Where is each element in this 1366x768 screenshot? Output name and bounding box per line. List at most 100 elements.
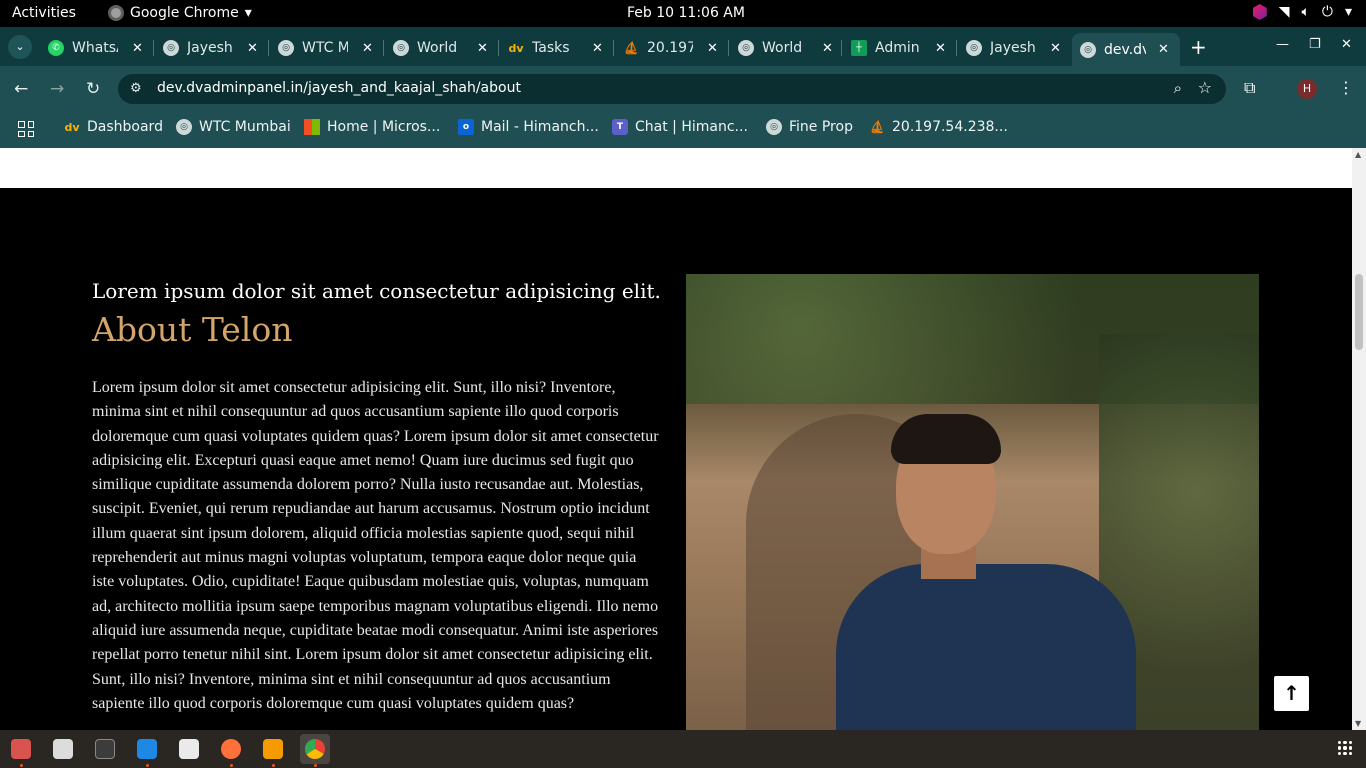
- globe-icon: ◎: [278, 40, 294, 56]
- whatsapp-icon: ✆: [48, 40, 64, 56]
- sheets-icon: ┼: [851, 40, 867, 56]
- globe-icon: ◎: [738, 40, 754, 56]
- close-icon[interactable]: ✕: [362, 41, 373, 56]
- activities-button[interactable]: Activities: [12, 5, 76, 21]
- terminal-icon[interactable]: [95, 739, 115, 759]
- bookmark-label: Chat | Himanc...: [635, 119, 748, 135]
- tab-label: Jayesh: [990, 40, 1036, 56]
- power-icon[interactable]: ⏻: [1322, 4, 1333, 20]
- tab-ip[interactable]: ⛵︎ 20.197 ✕: [613, 33, 718, 63]
- reload-button[interactable]: ↻: [86, 79, 100, 99]
- header-band: [0, 148, 1352, 188]
- bookmark-microsoft-home[interactable]: Home | Micros...: [304, 119, 440, 135]
- sublime-icon[interactable]: [263, 739, 283, 759]
- forward-button[interactable]: →: [50, 79, 64, 99]
- running-indicator: [272, 764, 275, 767]
- bookmark-label: WTC Mumbai: [199, 119, 291, 135]
- window-close-icon[interactable]: ✕: [1341, 37, 1352, 52]
- wifi-icon[interactable]: ◥: [1279, 4, 1290, 20]
- address-bar[interactable]: ⚙︎ dev.dvadminpanel.in/jayesh_and_kaajal…: [118, 74, 1226, 104]
- tab-label: Admin: [875, 40, 920, 56]
- close-icon[interactable]: ✕: [935, 41, 946, 56]
- tab-label: dev.dvadminpanel: [1104, 41, 1146, 58]
- chrome-icon: [108, 5, 124, 21]
- app-menu[interactable]: Google Chrome ▾: [108, 5, 252, 21]
- volume-icon[interactable]: 🔈︎: [1301, 4, 1309, 20]
- close-icon[interactable]: ✕: [477, 41, 488, 56]
- bookmark-chat[interactable]: T Chat | Himanc...: [612, 119, 748, 135]
- show-applications-icon[interactable]: [1338, 741, 1352, 755]
- tab-tasks[interactable]: dv Tasks ✕: [498, 33, 603, 63]
- globe-icon: ◎: [163, 40, 179, 56]
- bookmark-mail[interactable]: o Mail - Himanch...: [458, 119, 599, 135]
- about-photo: [686, 274, 1259, 730]
- tab-jayesh[interactable]: ◎ Jayesh ✕: [153, 33, 258, 63]
- bookmark-star-icon[interactable]: ☆: [1198, 78, 1212, 97]
- clock[interactable]: Feb 10 11:06 AM: [627, 5, 745, 21]
- tab-world-2[interactable]: ◎ World ✕: [728, 33, 833, 63]
- text-editor-icon[interactable]: [179, 739, 199, 759]
- folder-icon[interactable]: [53, 739, 73, 759]
- back-button[interactable]: ←: [14, 79, 28, 99]
- tab-jayesh-2[interactable]: ◎ Jayesh ✕: [956, 33, 1061, 63]
- tab-label: Jayesh: [187, 40, 233, 56]
- menu-icon[interactable]: ⋮: [1338, 78, 1354, 97]
- system-tray[interactable]: ◥ 🔈︎ ⏻ ▾: [1252, 4, 1352, 20]
- caret-down-icon: ▾: [244, 5, 252, 21]
- scroll-up-icon[interactable]: ▲: [1355, 150, 1361, 159]
- files-icon[interactable]: [11, 739, 31, 759]
- tab-whatsapp[interactable]: ✆ WhatsApp ✕: [40, 33, 143, 63]
- restore-icon[interactable]: ❐: [1309, 37, 1321, 52]
- bookmark-wtc-mumbai[interactable]: ◎ WTC Mumbai: [176, 119, 291, 135]
- tab-label: Tasks: [532, 40, 570, 56]
- zoom-icon[interactable]: ⌕: [1174, 79, 1182, 97]
- site-info-icon[interactable]: ⚙︎: [130, 81, 142, 96]
- about-subtitle: Lorem ipsum dolor sit amet consectetur a…: [92, 279, 661, 303]
- firefox-icon[interactable]: [221, 739, 241, 759]
- browser-toolbar: ← → ↻ ⚙︎ dev.dvadminpanel.in/jayesh_and_…: [0, 66, 1366, 112]
- close-icon[interactable]: ✕: [822, 41, 833, 56]
- minimize-icon[interactable]: —: [1276, 37, 1289, 52]
- tab-dev-dvadminpanel[interactable]: ◎ dev.dvadminpanel ✕: [1072, 33, 1180, 66]
- scroll-thumb[interactable]: [1355, 274, 1363, 350]
- extensions-icon[interactable]: ⧉: [1244, 78, 1255, 98]
- close-icon[interactable]: ✕: [592, 41, 603, 56]
- close-icon[interactable]: ✕: [1158, 42, 1169, 57]
- back-to-top-button[interactable]: ↑: [1274, 676, 1309, 711]
- outlook-icon: o: [458, 119, 474, 135]
- bookmark-label: Mail - Himanch...: [481, 119, 599, 135]
- app-indicator-icon[interactable]: [1252, 4, 1267, 20]
- teams-icon: T: [612, 119, 628, 135]
- scroll-down-icon[interactable]: ▼: [1355, 719, 1361, 728]
- tab-label: WTC Mumbai: [302, 40, 348, 56]
- vscode-icon[interactable]: [137, 739, 157, 759]
- close-icon[interactable]: ✕: [1050, 41, 1061, 56]
- chevron-down-icon[interactable]: ▾: [1345, 4, 1352, 20]
- chrome-icon[interactable]: [305, 739, 325, 759]
- running-indicator: [20, 764, 23, 767]
- url-text[interactable]: dev.dvadminpanel.in/jayesh_and_kaajal_sh…: [157, 80, 521, 96]
- running-indicator: [230, 764, 233, 767]
- close-icon[interactable]: ✕: [132, 41, 143, 56]
- close-icon[interactable]: ✕: [707, 41, 718, 56]
- about-body-text: Lorem ipsum dolor sit amet consectetur a…: [92, 379, 659, 712]
- page-scrollbar[interactable]: ▲ ▼: [1352, 148, 1366, 730]
- tab-admin[interactable]: ┼ Admin ✕: [841, 33, 946, 63]
- page-viewport: Lorem ipsum dolor sit amet consectetur a…: [0, 148, 1352, 730]
- bookmark-label: Home | Micros...: [327, 119, 441, 135]
- tab-world[interactable]: ◎ World ✕: [383, 33, 488, 63]
- tab-wtc-mumbai[interactable]: ◎ WTC Mumbai ✕: [268, 33, 373, 63]
- new-tab-button[interactable]: +: [1190, 35, 1207, 59]
- tab-label: World: [417, 40, 458, 56]
- apps-grid-icon[interactable]: [18, 121, 34, 137]
- bookmark-ip[interactable]: ⛵︎ 20.197.54.238...: [869, 119, 1007, 135]
- profile-avatar[interactable]: H: [1297, 79, 1317, 99]
- bookmark-dashboard[interactable]: dv Dashboard: [64, 119, 163, 135]
- globe-icon: ◎: [966, 40, 982, 56]
- bookmark-fine-prop[interactable]: ◎ Fine Prop: [766, 119, 853, 135]
- close-icon[interactable]: ✕: [247, 41, 258, 56]
- globe-icon: ◎: [393, 40, 409, 56]
- photo-jacket: [836, 564, 1136, 730]
- tab-search-button[interactable]: ⌄: [8, 35, 32, 59]
- about-heading: About Telon: [92, 310, 293, 349]
